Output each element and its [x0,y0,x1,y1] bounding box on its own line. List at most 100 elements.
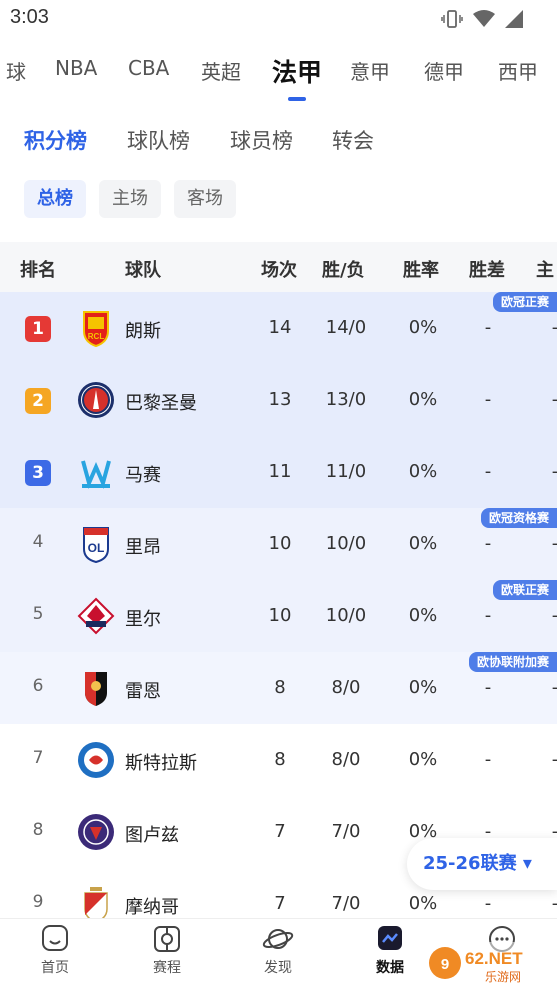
rank-number: 8 [32,820,44,840]
cell-games-behind: - [484,317,492,338]
status-time: 3:03 [10,6,49,28]
team-name: 朗斯 [125,321,161,342]
table-row[interactable]: 7 斯特拉斯 8 8/0 0% - - [0,724,557,796]
cell-win-pct: 0% [408,533,438,554]
home-icon [42,925,68,951]
col-win-pct: 胜率 [403,260,439,281]
cell-played: 7 [274,893,286,914]
table-row[interactable]: 2 巴黎圣曼 13 13/0 0% - - [0,364,557,436]
zone-tag: 欧冠资格赛 [480,508,557,528]
cell-games-behind: - [484,893,492,914]
col-games-behind: 胜差 [469,260,505,281]
tab-league-nba[interactable]: NBA [55,56,97,80]
tab-league-serie-a[interactable]: 意甲 [350,56,390,85]
tab-league-cba[interactable]: CBA [128,56,169,80]
cell-played: 10 [268,605,292,626]
tab-team-rankings[interactable]: 球队榜 [127,125,190,155]
planet-icon [262,929,294,949]
rank-number: 7 [32,748,44,768]
cell-home: - [545,533,557,554]
losc-lille-logo-icon [77,597,115,635]
cell-played: 8 [274,677,286,698]
rank-badge: 3 [25,460,51,486]
cell-win-loss: 10/0 [325,533,367,554]
table-row[interactable]: 1 RCL 朗斯 14 14/0 0% - - 欧冠正赛 [0,292,557,364]
rank-number: 6 [32,676,44,696]
tab-league-0[interactable]: 球 [6,56,26,85]
cell-win-pct: 0% [408,749,438,770]
tab-league-laliga[interactable]: 西甲 [498,56,538,85]
rank-number: 9 [32,892,44,912]
cell-win-loss: 7/0 [331,893,361,914]
col-home: 主 [536,260,554,281]
col-played: 场次 [261,260,297,281]
league-tab-indicator [288,97,306,101]
table-header: 排名 球队 场次 胜/负 胜率 胜差 主 [0,242,557,292]
season-selector[interactable]: 25-26联赛 ▾ [407,838,557,890]
cell-win-loss: 13/0 [325,389,367,410]
psg-logo-icon [78,382,114,418]
sub-tabs: 积分榜 球队榜 球员榜 转会 [0,118,557,162]
watermark-logo: 9 62.NET 乐游网 [425,942,557,984]
vibrate-icon [441,10,463,28]
cell-win-loss: 10/0 [325,605,367,626]
table-row[interactable]: 6 雷恩 8 8/0 0% - - 欧协联附加赛 [0,652,557,724]
nav-home[interactable]: 首页 [10,919,100,990]
team-name: 摩纳哥 [125,897,179,918]
cell-win-loss: 14/0 [325,317,367,338]
tab-transfers[interactable]: 转会 [332,125,374,155]
cell-games-behind: - [484,749,492,770]
svg-text:乐游网: 乐游网 [485,970,521,984]
table-row[interactable]: 4 OL 里昂 10 10/0 0% - - 欧冠资格赛 [0,508,557,580]
monaco-logo-icon [84,887,108,918]
filter-overall[interactable]: 总榜 [24,180,86,218]
col-rank: 排名 [20,260,56,281]
cell-played: 14 [268,317,292,338]
rank-badge: 1 [25,316,51,342]
cell-home: - [545,461,557,482]
cell-games-behind: - [484,533,492,554]
col-win-loss: 胜/负 [322,260,365,281]
om-logo-icon [81,460,111,489]
cell-win-loss: 8/0 [331,677,361,698]
tab-league-bundesliga[interactable]: 德甲 [424,56,464,85]
svg-text:OL: OL [88,541,105,555]
toulouse-logo-icon [78,814,114,850]
cell-win-loss: 8/0 [331,749,361,770]
status-icons [441,9,523,29]
filter-row: 总榜 主场 客场 [0,180,557,220]
filter-away[interactable]: 客场 [174,180,236,218]
zone-tag: 欧联正赛 [492,580,557,600]
nav-home-label: 首页 [41,960,69,976]
cell-win-pct: 0% [408,677,438,698]
filter-home[interactable]: 主场 [99,180,161,218]
nav-schedule-label: 赛程 [153,960,181,976]
tab-league-ligue1[interactable]: 法甲 [272,53,322,89]
team-name: 巴黎圣曼 [125,393,197,414]
nav-schedule[interactable]: 赛程 [122,919,212,990]
cell-home: - [545,749,557,770]
svg-text:62.NET: 62.NET [465,949,523,968]
rc-lens-logo-icon: RCL [83,311,109,347]
cell-played: 8 [274,749,286,770]
data-chart-icon [378,926,402,950]
ol-lyon-logo-icon: OL [83,527,109,563]
cell-home: - [545,893,557,914]
table-row[interactable]: 3 马赛 11 11/0 0% - - [0,436,557,508]
cell-home: - [545,389,557,410]
schedule-icon [154,926,180,952]
tab-standings[interactable]: 积分榜 [24,125,87,155]
tab-league-premier[interactable]: 英超 [201,56,241,85]
col-team: 球队 [125,260,161,281]
cell-win-loss: 7/0 [331,821,361,842]
nav-data[interactable]: 数据 [345,919,435,990]
rank-number: 5 [32,604,44,624]
cell-win-loss: 11/0 [325,461,367,482]
table-row[interactable]: 5 里尔 10 10/0 0% - - 欧联正赛 [0,580,557,652]
cell-win-pct: 0% [408,893,438,914]
cell-win-pct: 0% [408,317,438,338]
tab-player-rankings[interactable]: 球员榜 [230,125,293,155]
nav-discover[interactable]: 发现 [233,919,323,990]
team-name: 里尔 [125,609,161,630]
strasbourg-logo-icon [78,742,114,778]
